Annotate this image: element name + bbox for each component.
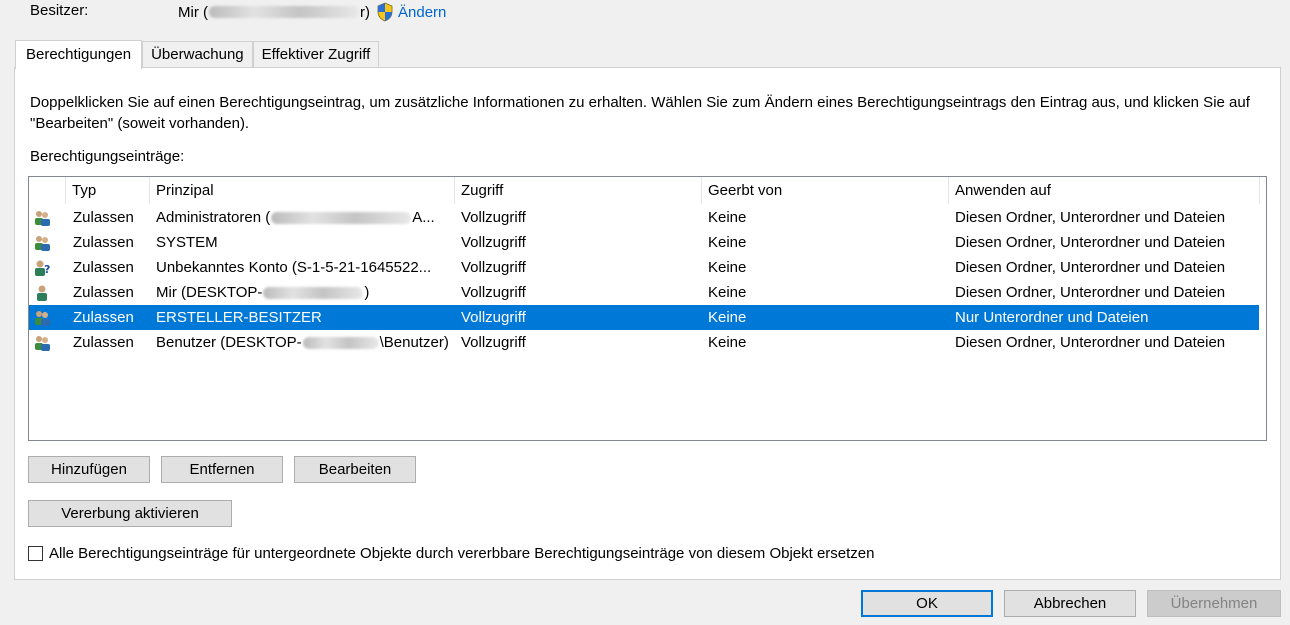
table-row[interactable]: Zulassen Benutzer (DESKTOP- \Benutzer) Vo…: [29, 330, 1259, 355]
enable-inheritance-button[interactable]: Vererbung aktivieren: [28, 500, 232, 527]
principal-text: Mir (DESKTOP-: [156, 284, 263, 301]
row-inherited: Keine: [708, 284, 747, 301]
add-button[interactable]: Hinzufügen: [28, 456, 150, 483]
row-inherited: Keine: [708, 334, 747, 351]
row-inherited: Keine: [708, 309, 747, 326]
principal-text: Administratoren (: [156, 209, 271, 226]
table-row[interactable]: Zulassen SYSTEM Vollzugriff Keine Diesen…: [29, 230, 1259, 255]
unknown-user-icon: ?: [35, 260, 50, 276]
row-applies: Diesen Ordner, Unterordner und Dateien: [955, 284, 1226, 301]
row-type: Zulassen: [73, 234, 134, 251]
principal-suffix: ): [364, 284, 370, 301]
table-row[interactable]: Zulassen Administratoren ( A... Vollzugri…: [29, 205, 1259, 230]
tab-strip: Berechtigungen Überwachung Effektiver Zu…: [15, 40, 380, 69]
row-access: Vollzugriff: [461, 209, 526, 226]
tab-effective-access[interactable]: Effektiver Zugriff: [252, 41, 380, 68]
row-principal: Unbekanntes Konto (S-1-5-21-1645522...: [156, 259, 432, 276]
table-row[interactable]: ? Zulassen Unbekanntes Konto (S-1-5-21-1…: [29, 255, 1259, 280]
row-access: Vollzugriff: [461, 334, 526, 351]
group-users-icon: [35, 211, 50, 226]
permissions-panel: Doppelklicken Sie auf einen Berechtigung…: [14, 67, 1281, 580]
permission-entries-list[interactable]: Typ Prinzipal Zugriff Geerbt von Anwende…: [28, 176, 1267, 441]
group-users-icon: [35, 336, 50, 351]
replace-child-permissions-row[interactable]: Alle Berechtigungseinträge für untergeor…: [28, 545, 875, 562]
header-type[interactable]: Typ: [66, 177, 150, 204]
row-principal: SYSTEM: [156, 234, 218, 251]
tab-permissions[interactable]: Berechtigungen: [15, 40, 143, 69]
list-header: Typ Prinzipal Zugriff Geerbt von Anwende…: [29, 177, 1266, 204]
redacted-text: [271, 212, 412, 225]
redacted-owner-name: [209, 6, 359, 18]
single-user-icon: [37, 285, 47, 301]
redacted-text: [263, 287, 364, 300]
row-applies: Diesen Ordner, Unterordner und Dateien: [955, 334, 1226, 351]
row-inherited: Keine: [708, 234, 747, 251]
owner-value-suffix: r): [360, 3, 370, 21]
row-inherited: Keine: [708, 259, 747, 276]
owner-value: Mir ( r) Ändern: [178, 2, 446, 22]
change-owner-label: Ändern: [398, 3, 447, 21]
row-type: Zulassen: [73, 309, 134, 326]
replace-child-permissions-checkbox[interactable]: [28, 546, 43, 561]
header-principal[interactable]: Prinzipal: [150, 177, 455, 204]
owner-value-prefix: Mir (: [178, 3, 208, 21]
replace-child-permissions-label: Alle Berechtigungseinträge für untergeor…: [49, 545, 875, 562]
row-access: Vollzugriff: [461, 309, 526, 326]
group-users-icon: [35, 311, 50, 326]
row-inherited: Keine: [708, 209, 747, 226]
row-applies: Diesen Ordner, Unterordner und Dateien: [955, 259, 1226, 276]
row-access: Vollzugriff: [461, 284, 526, 301]
row-applies: Diesen Ordner, Unterordner und Dateien: [955, 234, 1226, 251]
row-principal: Administratoren ( A...: [156, 205, 448, 230]
header-inherited-from[interactable]: Geerbt von: [702, 177, 949, 204]
uac-shield-icon: [377, 2, 393, 22]
principal-text: Benutzer (DESKTOP-: [156, 334, 302, 351]
header-icon-column[interactable]: [29, 177, 66, 204]
apply-button[interactable]: Übernehmen: [1147, 590, 1281, 617]
row-access: Vollzugriff: [461, 234, 526, 251]
row-type: Zulassen: [73, 334, 134, 351]
principal-suffix: \Benutzer): [379, 334, 448, 351]
entries-label: Berechtigungseinträge:: [30, 148, 185, 165]
header-applies-to[interactable]: Anwenden auf: [949, 177, 1260, 204]
cancel-button[interactable]: Abbrechen: [1004, 590, 1136, 617]
row-applies: Diesen Ordner, Unterordner und Dateien: [955, 209, 1226, 226]
owner-label: Besitzer:: [30, 2, 89, 19]
ok-button[interactable]: OK: [861, 590, 993, 617]
row-type: Zulassen: [73, 209, 134, 226]
remove-button[interactable]: Entfernen: [161, 456, 283, 483]
svg-text:?: ?: [44, 263, 50, 276]
edit-button[interactable]: Bearbeiten: [294, 456, 416, 483]
tab-auditing[interactable]: Überwachung: [142, 41, 253, 68]
row-type: Zulassen: [73, 284, 134, 301]
row-applies: Nur Unterordner und Dateien: [955, 309, 1149, 326]
table-row[interactable]: Zulassen Mir (DESKTOP-) Vollzugriff Kein…: [29, 280, 1259, 305]
principal-suffix: A...: [412, 209, 435, 226]
owner-row: Besitzer: Mir ( r) Ändern: [30, 0, 630, 22]
row-principal: Benutzer (DESKTOP- \Benutzer): [156, 330, 448, 355]
group-users-icon: [35, 236, 50, 251]
instructions-text: Doppelklicken Sie auf einen Berechtigung…: [30, 94, 1250, 132]
change-owner-link[interactable]: Ändern: [376, 2, 446, 22]
row-principal: ERSTELLER-BESITZER: [156, 309, 322, 326]
table-row-selected[interactable]: Zulassen ERSTELLER-BESITZER Vollzugriff …: [29, 305, 1259, 330]
row-principal: Mir (DESKTOP-): [156, 280, 448, 305]
row-access: Vollzugriff: [461, 259, 526, 276]
header-access[interactable]: Zugriff: [455, 177, 702, 204]
redacted-text: [302, 337, 379, 350]
row-type: Zulassen: [73, 259, 134, 276]
